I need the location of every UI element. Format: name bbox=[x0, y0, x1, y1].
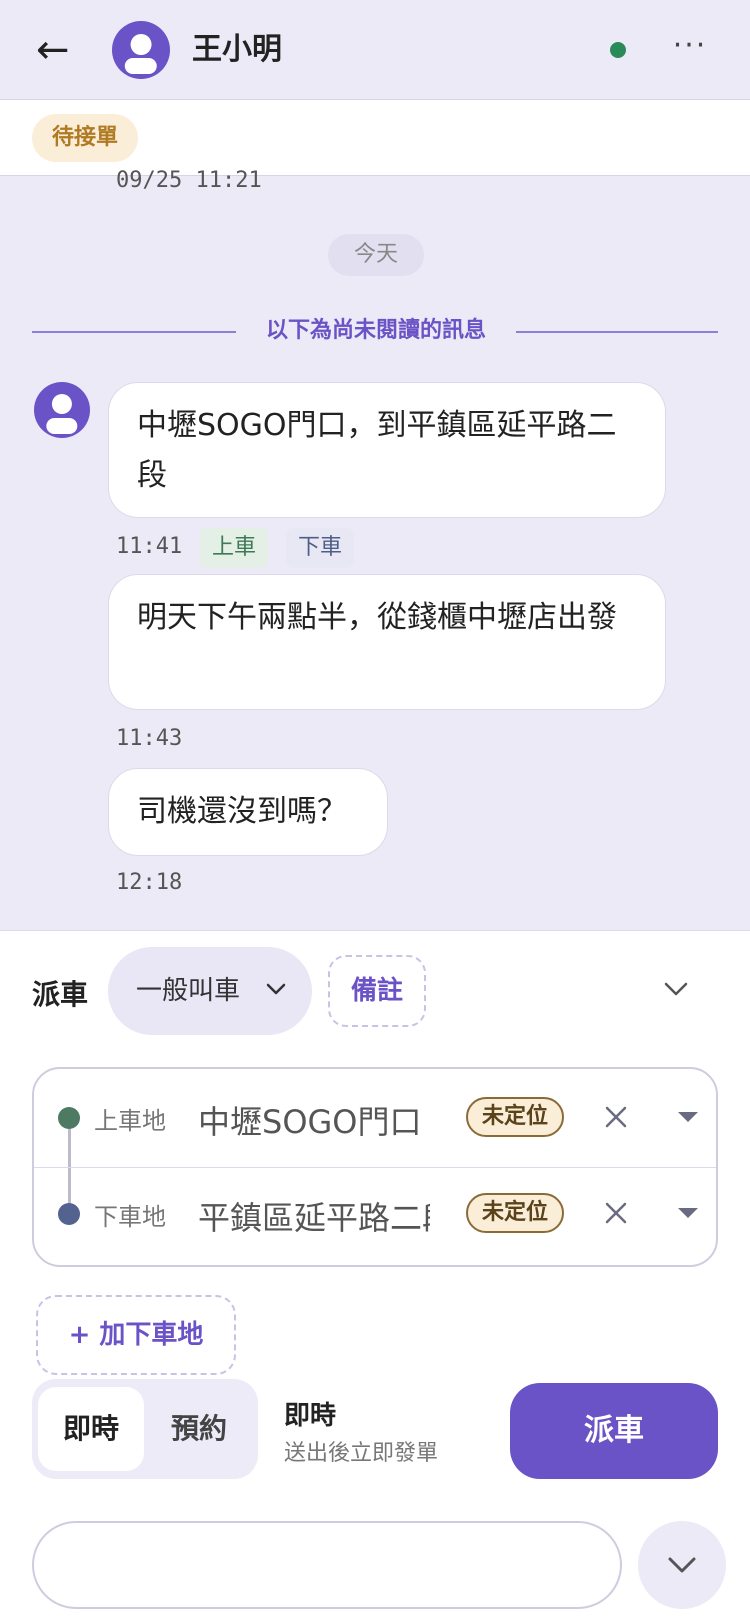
unread-divider: 以下為尚未閱讀的訊息 bbox=[265, 318, 486, 343]
pickup-tag[interactable]: 上車 bbox=[200, 528, 269, 568]
status-strip: 待接單 bbox=[0, 100, 750, 176]
address-box: 上車地 中壢SOGO門口 未定位 下車地 平鎮區延平路二段 未定位 bbox=[32, 1067, 718, 1267]
pickup-label: 上車地 bbox=[94, 1107, 166, 1135]
mode-description: 送出後立即發單 bbox=[284, 1441, 439, 1466]
avatar-body-shape bbox=[124, 58, 158, 75]
panel-toggle-button[interactable] bbox=[638, 1521, 726, 1609]
unlocated-badge: 未定位 bbox=[466, 1097, 564, 1137]
chevron-down-icon bbox=[668, 1557, 696, 1573]
message-time: 09/25 11:21 bbox=[116, 168, 262, 193]
chevron-down-icon[interactable] bbox=[658, 971, 694, 1007]
sender-avatar[interactable] bbox=[34, 382, 90, 438]
message-bubble[interactable]: 司機還沒到嗎？ bbox=[108, 768, 388, 856]
clear-icon[interactable] bbox=[598, 1195, 634, 1231]
pickup-dot-icon bbox=[58, 1107, 80, 1129]
dispatch-label: 派車 bbox=[32, 978, 89, 1011]
chat-header: ← 王小明 ··· bbox=[0, 0, 750, 100]
avatar-head-shape bbox=[130, 33, 152, 55]
avatar-body-shape bbox=[46, 417, 78, 434]
address-separator bbox=[34, 1167, 716, 1168]
more-icon[interactable]: ··· bbox=[668, 28, 712, 72]
message-bubble[interactable]: 明天下午兩點半，從錢櫃中壢店出發 bbox=[108, 574, 666, 710]
caret-down-icon[interactable] bbox=[674, 1199, 702, 1227]
dropoff-label: 下車地 bbox=[94, 1203, 166, 1231]
mode-booking-tab[interactable]: 預約 bbox=[146, 1387, 252, 1471]
clear-icon[interactable] bbox=[598, 1099, 634, 1135]
message-input[interactable] bbox=[32, 1521, 622, 1609]
mode-title: 即時 bbox=[284, 1401, 337, 1431]
contact-name: 王小明 bbox=[192, 32, 282, 67]
dropoff-dot-icon bbox=[58, 1203, 80, 1225]
back-arrow-icon[interactable]: ← bbox=[36, 28, 80, 72]
date-chip: 今天 bbox=[328, 234, 424, 276]
dispatch-panel: 派車 一般叫車 備註 上車地 中壢SOGO門口 未定位 下車地 平鎮區延平路二段… bbox=[0, 930, 750, 1624]
message-time: 12:18 bbox=[116, 870, 183, 895]
note-button[interactable]: 備註 bbox=[328, 955, 426, 1027]
unread-divider-line bbox=[32, 331, 236, 333]
ride-type-value: 一般叫車 bbox=[136, 976, 241, 1006]
avatar-head-shape bbox=[51, 394, 73, 415]
status-badge: 待接單 bbox=[32, 114, 139, 162]
message-bubble[interactable]: 中壢SOGO門口，到平鎮區延平路二段 bbox=[108, 382, 666, 518]
dispatch-button[interactable]: 派車 bbox=[510, 1383, 718, 1479]
message-time: 11:43 bbox=[116, 726, 183, 751]
add-dropoff-button[interactable]: + 加下車地 bbox=[36, 1295, 236, 1375]
ride-type-select[interactable]: 一般叫車 bbox=[108, 947, 312, 1035]
pickup-field[interactable]: 中壢SOGO門口 bbox=[198, 1097, 430, 1143]
dropoff-tag[interactable]: 下車 bbox=[286, 528, 355, 568]
online-status-icon bbox=[610, 42, 626, 58]
message-list[interactable]: 09/25 11:21 今天 以下為尚未閱讀的訊息 中壢SOGO門口，到平鎮區延… bbox=[0, 168, 750, 930]
avatar[interactable] bbox=[112, 21, 170, 79]
dispatch-mode-toggle: 即時 預約 bbox=[32, 1379, 258, 1479]
message-time: 11:41 bbox=[116, 534, 183, 559]
caret-down-icon[interactable] bbox=[674, 1103, 702, 1131]
unlocated-badge: 未定位 bbox=[466, 1193, 564, 1233]
dropoff-field[interactable]: 平鎮區延平路二段 bbox=[198, 1193, 430, 1239]
chevron-down-icon bbox=[266, 983, 286, 995]
mode-now-tab[interactable]: 即時 bbox=[38, 1387, 144, 1471]
unread-divider-line bbox=[516, 331, 718, 333]
